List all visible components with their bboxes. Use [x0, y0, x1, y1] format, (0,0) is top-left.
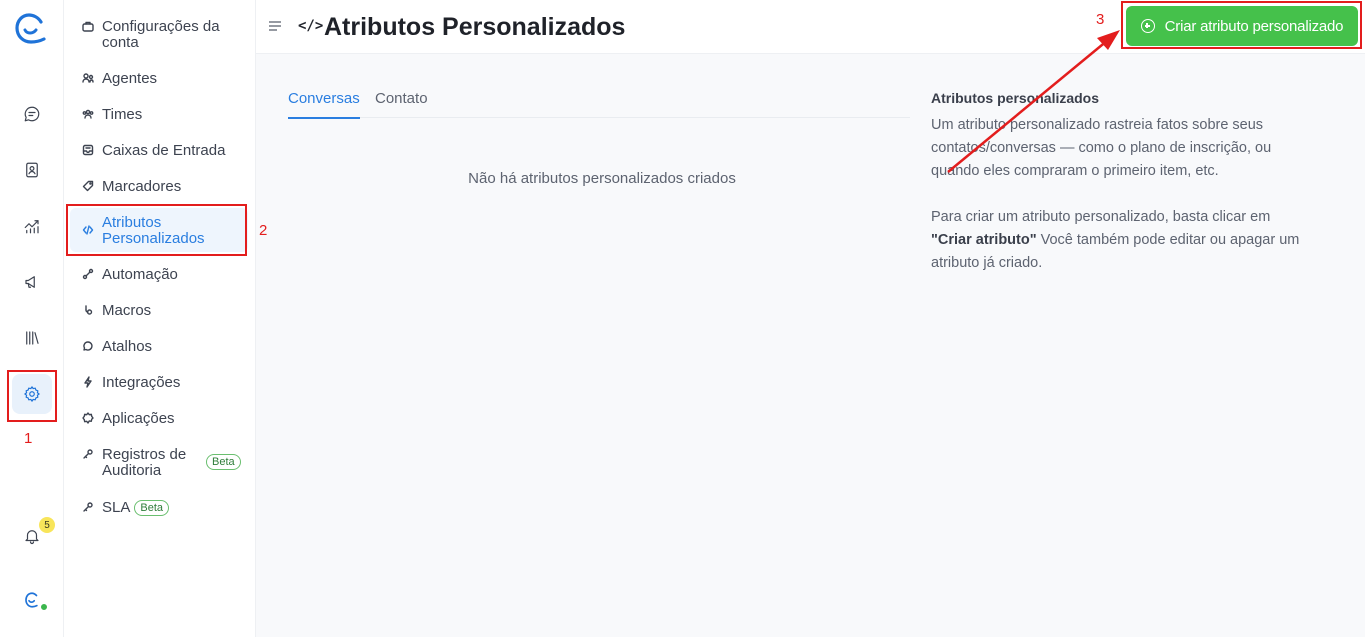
app: 5 Configurações da conta Agentes Times C… — [0, 0, 1365, 637]
annotation-arrow — [947, 30, 1120, 173]
